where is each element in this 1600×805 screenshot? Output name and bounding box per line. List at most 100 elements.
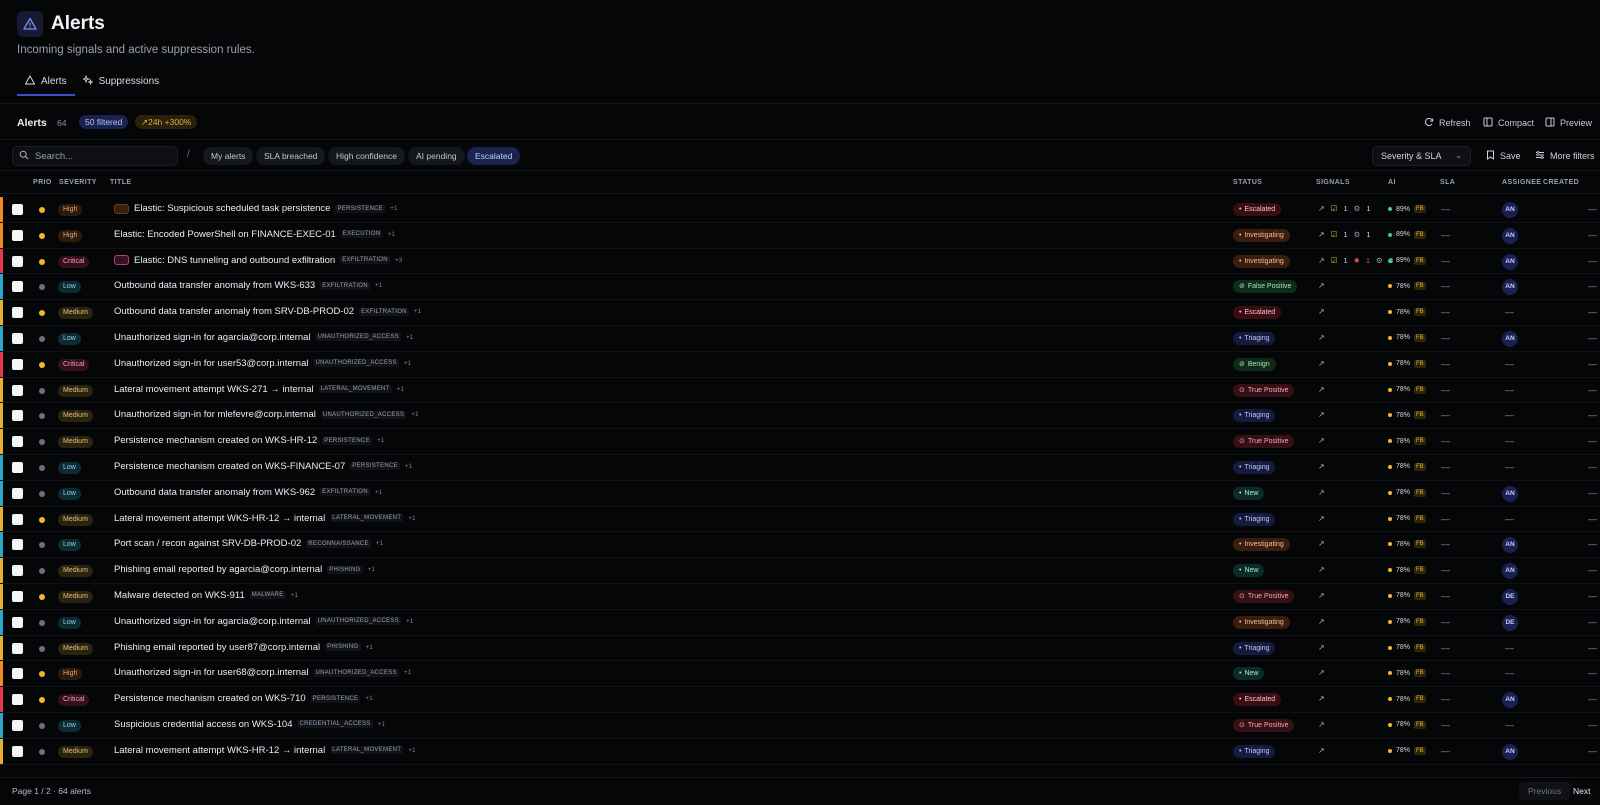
signals-cell[interactable]: ↗: [1318, 591, 1325, 600]
table-row[interactable]: Low Unauthorized sign-in for agarcia@corp…: [0, 609, 1600, 636]
table-row[interactable]: Low Port scan / recon against SRV-DB-PROD…: [0, 532, 1600, 559]
unassigned[interactable]: —: [1505, 720, 1514, 730]
status-badge[interactable]: • Investigating: [1233, 254, 1290, 268]
avatar[interactable]: AN: [1502, 485, 1518, 502]
alert-title-cell[interactable]: Lateral movement attempt WKS-271 → inter…: [114, 384, 404, 395]
row-checkbox[interactable]: [12, 384, 23, 396]
avatar[interactable]: AN: [1502, 279, 1518, 296]
table-row[interactable]: Low Outbound data transfer anomaly from W…: [0, 274, 1600, 301]
avatar[interactable]: AN: [1502, 692, 1518, 709]
alert-title-cell[interactable]: Unauthorized sign-in for agarcia@corp.in…: [114, 332, 413, 343]
signals-cell[interactable]: ↗☑1✹1⚙3: [1318, 256, 1393, 265]
table-row[interactable]: Medium Outbound data transfer anomaly fro…: [0, 300, 1600, 326]
status-badge[interactable]: • Triaging: [1233, 409, 1276, 423]
row-checkbox[interactable]: [12, 719, 23, 731]
row-checkbox[interactable]: [12, 410, 23, 422]
row-checkbox[interactable]: [12, 590, 23, 602]
row-checkbox[interactable]: [12, 255, 23, 267]
row-checkbox[interactable]: [12, 565, 23, 577]
table-row[interactable]: Low Unauthorized sign-in for agarcia@corp…: [0, 325, 1600, 352]
row-checkbox[interactable]: [12, 513, 23, 525]
signals-cell[interactable]: ↗: [1318, 617, 1325, 626]
status-badge[interactable]: ⊘ False Positive: [1233, 280, 1298, 294]
alert-title-cell[interactable]: Outbound data transfer anomaly from WKS-…: [114, 280, 382, 291]
row-checkbox[interactable]: [12, 358, 23, 370]
signals-cell[interactable]: ↗: [1318, 333, 1325, 342]
alert-title-cell[interactable]: Phishing email reported by agarcia@corp.…: [114, 564, 375, 575]
alert-title-cell[interactable]: Unauthorized sign-in for agarcia@corp.in…: [114, 616, 413, 627]
table-row[interactable]: Critical Unauthorized sign-in for user53@…: [0, 351, 1600, 378]
col-ai[interactable]: AI: [1388, 179, 1396, 186]
table-row[interactable]: Medium Persistence mechanism created on W…: [0, 429, 1600, 455]
signals-cell[interactable]: ↗: [1318, 307, 1325, 316]
signals-cell[interactable]: ↗: [1318, 488, 1325, 497]
refresh-button[interactable]: Refresh: [1424, 117, 1471, 129]
alert-title-cell[interactable]: Lateral movement attempt WKS-HR-12 → int…: [114, 513, 416, 524]
col-title[interactable]: TITLE: [110, 179, 131, 186]
row-checkbox[interactable]: [12, 745, 23, 757]
signals-cell[interactable]: ↗: [1318, 720, 1325, 729]
signals-cell[interactable]: ↗: [1318, 514, 1325, 523]
alert-title-cell[interactable]: Port scan / recon against SRV-DB-PROD-02…: [114, 538, 383, 549]
avatar[interactable]: AN: [1502, 202, 1518, 218]
unassigned[interactable]: —: [1505, 359, 1514, 369]
signals-cell[interactable]: ↗: [1318, 565, 1325, 574]
avatar[interactable]: AN: [1502, 537, 1518, 554]
chip-high-confidence[interactable]: High confidence: [328, 147, 405, 165]
col-severity[interactable]: SEVERITY: [59, 179, 97, 186]
signals-cell[interactable]: ↗ ☑ 1 ⚙ 1: [1318, 204, 1371, 213]
unassigned[interactable]: —: [1505, 385, 1514, 395]
row-checkbox[interactable]: [12, 616, 23, 628]
unassigned[interactable]: —: [1505, 436, 1514, 446]
table-row[interactable]: Medium Phishing email reported by agarcia…: [0, 558, 1600, 584]
unassigned[interactable]: —: [1505, 668, 1514, 678]
more-filters-button[interactable]: More filters: [1535, 150, 1595, 162]
row-checkbox[interactable]: [12, 436, 23, 448]
table-row[interactable]: Medium Lateral movement attempt WKS-HR-12…: [0, 506, 1600, 533]
col-sla[interactable]: SLA: [1440, 179, 1455, 186]
status-badge[interactable]: • Investigating: [1233, 228, 1290, 242]
signals-cell[interactable]: ↗: [1318, 643, 1325, 652]
signals-cell[interactable]: ↗: [1318, 410, 1325, 419]
col-created[interactable]: CREATED: [1543, 179, 1579, 186]
alert-title-cell[interactable]: Persistence mechanism created on WKS-710…: [114, 693, 373, 704]
signals-cell[interactable]: ↗: [1318, 746, 1325, 755]
row-checkbox[interactable]: [12, 204, 23, 215]
alert-title-cell[interactable]: Persistence mechanism created on WKS-FIN…: [114, 461, 412, 472]
alert-title-cell[interactable]: Lateral movement attempt WKS-HR-12 → int…: [114, 745, 416, 756]
row-checkbox[interactable]: [12, 461, 23, 473]
signals-cell[interactable]: ↗: [1318, 694, 1325, 703]
table-row[interactable]: High Elastic: Encoded PowerShell on FINAN…: [0, 222, 1600, 249]
status-badge[interactable]: ⊙ True Positive: [1233, 718, 1295, 732]
status-badge[interactable]: • New: [1233, 564, 1265, 578]
compact-button[interactable]: Compact: [1483, 117, 1534, 129]
status-badge[interactable]: • Investigating: [1233, 615, 1290, 629]
table-row[interactable]: Medium Malware detected on WKS-911 MALWARE…: [0, 583, 1600, 610]
row-checkbox[interactable]: [12, 487, 23, 499]
status-badge[interactable]: • Escalated: [1233, 693, 1282, 707]
status-badge[interactable]: • Escalated: [1233, 306, 1282, 320]
table-row[interactable]: Medium Unauthorized sign-in for mlefevre@…: [0, 403, 1600, 430]
signals-cell[interactable]: ↗: [1318, 539, 1325, 548]
unassigned[interactable]: —: [1505, 307, 1514, 317]
col-signals[interactable]: SIGNALS: [1316, 179, 1350, 186]
signals-cell[interactable]: ↗: [1318, 668, 1325, 677]
status-badge[interactable]: ⊘ Benign: [1233, 357, 1276, 371]
unassigned[interactable]: —: [1505, 410, 1514, 420]
row-checkbox[interactable]: [12, 281, 23, 293]
avatar[interactable]: DE: [1502, 588, 1518, 605]
table-row[interactable]: Medium Lateral movement attempt WKS-271 →…: [0, 377, 1600, 404]
row-checkbox[interactable]: [12, 332, 23, 344]
signals-cell[interactable]: ↗: [1318, 359, 1325, 368]
row-checkbox[interactable]: [12, 642, 23, 654]
row-checkbox[interactable]: [12, 307, 23, 319]
status-badge[interactable]: ⊙ True Positive: [1233, 435, 1295, 449]
alert-title-cell[interactable]: Outbound data transfer anomaly from WKS-…: [114, 487, 382, 498]
status-badge[interactable]: • Escalated: [1233, 203, 1282, 216]
table-row[interactable]: High Elastic: Suspicious scheduled task p…: [0, 197, 1600, 223]
sort-select[interactable]: Severity & SLA ⌄: [1372, 146, 1471, 166]
chip-sla-breached[interactable]: SLA breached: [256, 147, 326, 165]
alert-title-cell[interactable]: Suspicious credential access on WKS-104 C…: [114, 719, 385, 730]
table-row[interactable]: Low Outbound data transfer anomaly from W…: [0, 480, 1600, 507]
alert-title-cell[interactable]: Phishing email reported by user87@corp.i…: [114, 642, 373, 653]
